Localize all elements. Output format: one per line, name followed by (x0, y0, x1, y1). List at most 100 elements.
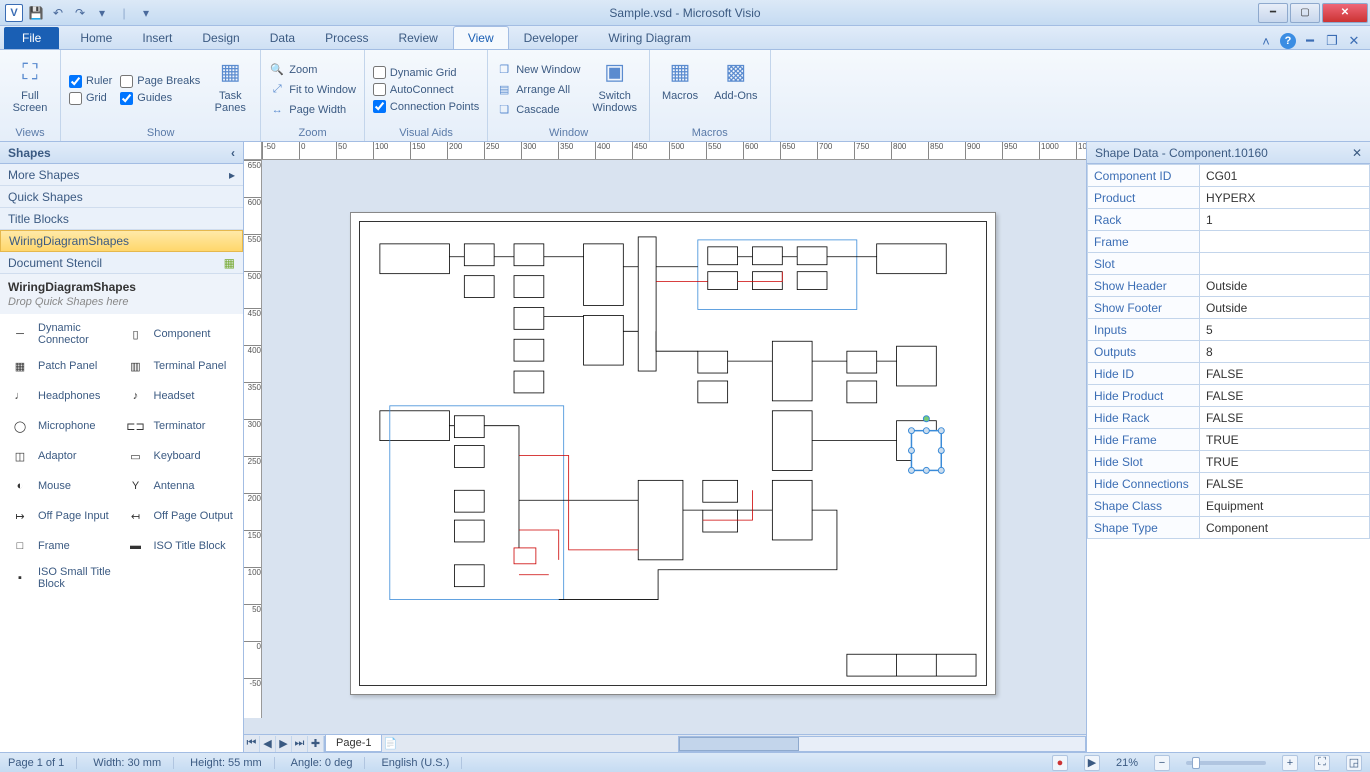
shape-item[interactable]: ↤Off Page Output (124, 506, 236, 526)
tab-review[interactable]: Review (383, 26, 452, 49)
fit-window-button[interactable]: ⤢Fit to Window (269, 82, 356, 98)
shape-data-row[interactable]: Show FooterOutside (1088, 297, 1370, 319)
property-value[interactable]: 5 (1200, 319, 1370, 341)
arrange-all-button[interactable]: ▤Arrange All (496, 82, 580, 98)
fit-page-icon[interactable]: ⛶ (1314, 755, 1330, 771)
minimize-button[interactable]: ━ (1258, 3, 1288, 23)
page-breaks-checkbox[interactable]: Page Breaks (120, 75, 200, 88)
full-screen-button[interactable]: ⛶ Full Screen (8, 54, 52, 125)
shape-data-row[interactable]: Inputs5 (1088, 319, 1370, 341)
switch-windows-button[interactable]: ▣ Switch Windows (588, 54, 641, 125)
tab-insert[interactable]: Insert (127, 26, 187, 49)
shape-data-row[interactable]: Shape ClassEquipment (1088, 495, 1370, 517)
horizontal-scrollbar[interactable] (678, 736, 1086, 752)
addons-button[interactable]: ▩ Add-Ons (710, 54, 761, 125)
property-value[interactable]: CG01 (1200, 165, 1370, 187)
page-first-icon[interactable]: ⏮ (244, 736, 260, 752)
page-width-button[interactable]: ↔Page Width (269, 102, 356, 118)
shapes-row-quick[interactable]: Quick Shapes (0, 186, 243, 208)
shape-item[interactable]: ◯Microphone (8, 416, 120, 436)
shape-item[interactable]: ◫Adaptor (8, 446, 120, 466)
ruler-checkbox[interactable]: Ruler (69, 75, 112, 88)
help-icon[interactable]: ? (1280, 33, 1296, 49)
page-next-icon[interactable]: ▶ (276, 736, 292, 752)
zoom-in-icon[interactable]: + (1282, 755, 1298, 771)
qat-dropdown-icon[interactable]: ▾ (136, 3, 156, 23)
app-icon[interactable]: V (4, 3, 24, 23)
property-value[interactable]: FALSE (1200, 363, 1370, 385)
shape-item[interactable]: ⊏⊐Terminator (124, 416, 236, 436)
window-minimize-icon[interactable]: ━ (1302, 33, 1318, 49)
dynamic-grid-checkbox[interactable]: Dynamic Grid (373, 66, 479, 79)
save-icon[interactable]: 💾 (26, 3, 46, 23)
tab-home[interactable]: Home (65, 26, 127, 49)
autoconnect-checkbox[interactable]: AutoConnect (373, 83, 479, 96)
page-last-icon[interactable]: ⏭ (292, 736, 308, 752)
shape-item[interactable]: ▦Patch Panel (8, 356, 120, 376)
undo-icon[interactable]: ↶ (48, 3, 68, 23)
shape-item[interactable]: □Frame (8, 536, 120, 556)
cascade-button[interactable]: ❏Cascade (496, 102, 580, 118)
qat-customize-icon[interactable]: ▾ (92, 3, 112, 23)
shape-item[interactable]: YAntenna (124, 476, 236, 496)
page-tab-1[interactable]: Page-1 (325, 735, 382, 752)
property-value[interactable] (1200, 253, 1370, 275)
new-window-button[interactable]: ❐New Window (496, 62, 580, 78)
shape-data-row[interactable]: Hide RackFALSE (1088, 407, 1370, 429)
zoom-slider[interactable] (1186, 761, 1266, 765)
shape-data-row[interactable]: Hide ConnectionsFALSE (1088, 473, 1370, 495)
pan-zoom-icon[interactable]: ◲ (1346, 755, 1362, 771)
property-value[interactable]: Outside (1200, 297, 1370, 319)
file-tab[interactable]: File (4, 27, 59, 49)
macro-record-icon[interactable]: ● (1052, 755, 1068, 771)
status-language[interactable]: English (U.S.) (381, 757, 462, 769)
close-button[interactable]: ✕ (1322, 3, 1368, 23)
tab-design[interactable]: Design (187, 26, 254, 49)
shape-item[interactable]: ♪Headset (124, 386, 236, 406)
shape-item[interactable]: ◐Mouse (8, 476, 120, 496)
shape-data-row[interactable]: Hide IDFALSE (1088, 363, 1370, 385)
property-value[interactable]: FALSE (1200, 473, 1370, 495)
property-value[interactable]: 8 (1200, 341, 1370, 363)
shape-item[interactable]: ─Dynamic Connector (8, 322, 120, 346)
zoom-button[interactable]: 🔍Zoom (269, 62, 356, 78)
shape-item[interactable]: ▥Terminal Panel (124, 356, 236, 376)
shape-data-row[interactable]: Outputs8 (1088, 341, 1370, 363)
shapes-row-wiring[interactable]: WiringDiagramShapes (0, 230, 243, 252)
maximize-button[interactable]: ▢ (1290, 3, 1320, 23)
shape-data-row[interactable]: Rack1 (1088, 209, 1370, 231)
shapes-row-title-blocks[interactable]: Title Blocks (0, 208, 243, 230)
tab-developer[interactable]: Developer (509, 26, 594, 49)
pane-close-icon[interactable]: ✕ (1352, 146, 1362, 160)
tab-process[interactable]: Process (310, 26, 383, 49)
grid-checkbox[interactable]: Grid (69, 92, 112, 105)
shape-item[interactable]: ▭Keyboard (124, 446, 236, 466)
shapes-row-more[interactable]: More Shapes▸ (0, 164, 243, 186)
shape-item[interactable]: ▬ISO Title Block (124, 536, 236, 556)
property-value[interactable]: HYPERX (1200, 187, 1370, 209)
shape-data-row[interactable]: Shape TypeComponent (1088, 517, 1370, 539)
canvas[interactable]: -500501001502002503003504004505005506006… (244, 142, 1086, 752)
property-value[interactable]: Component (1200, 517, 1370, 539)
property-value[interactable]: FALSE (1200, 385, 1370, 407)
task-panes-button[interactable]: ▦ Task Panes (208, 54, 252, 125)
page-new-icon[interactable]: ✚ (308, 736, 324, 752)
window-close-icon[interactable]: ✕ (1346, 33, 1362, 49)
shape-data-row[interactable]: Hide ProductFALSE (1088, 385, 1370, 407)
shape-item[interactable]: ↦Off Page Input (8, 506, 120, 526)
collapse-icon[interactable]: ‹ (231, 146, 235, 160)
shape-data-row[interactable]: ProductHYPERX (1088, 187, 1370, 209)
window-restore-icon[interactable]: ❐ (1324, 33, 1340, 49)
redo-icon[interactable]: ↷ (70, 3, 90, 23)
shape-item[interactable]: ♩Headphones (8, 386, 120, 406)
property-value[interactable]: 1 (1200, 209, 1370, 231)
shapes-row-document-stencil[interactable]: Document Stencil▦ (0, 252, 243, 274)
property-value[interactable]: Equipment (1200, 495, 1370, 517)
shape-data-row[interactable]: Show HeaderOutside (1088, 275, 1370, 297)
stencil-edit-icon[interactable]: ▦ (224, 256, 235, 270)
zoom-out-icon[interactable]: − (1154, 755, 1170, 771)
property-value[interactable]: TRUE (1200, 451, 1370, 473)
shape-data-row[interactable]: Frame (1088, 231, 1370, 253)
property-value[interactable]: FALSE (1200, 407, 1370, 429)
shape-data-row[interactable]: Hide SlotTRUE (1088, 451, 1370, 473)
